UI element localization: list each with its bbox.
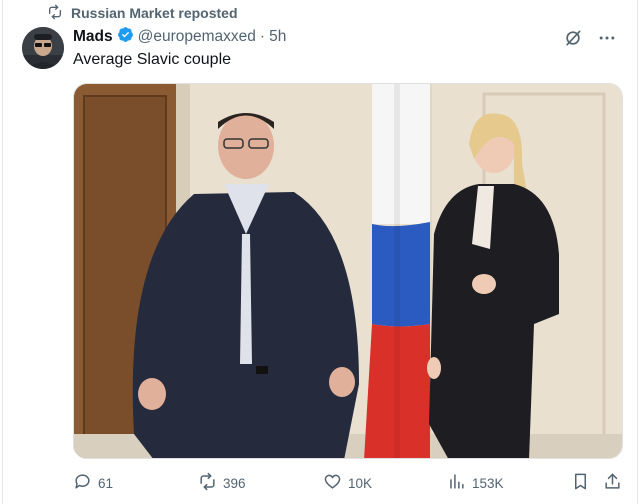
views-count: 153K bbox=[472, 475, 504, 491]
share-icon bbox=[603, 472, 622, 494]
author-name[interactable]: Mads bbox=[73, 28, 113, 46]
avatar[interactable] bbox=[22, 27, 64, 69]
verified-badge-icon bbox=[117, 26, 134, 48]
tweet-header: Mads @europemaxxed · 5h bbox=[73, 27, 286, 47]
repost-label: Russian Market reposted bbox=[71, 5, 238, 21]
bookmark-button[interactable] bbox=[571, 472, 590, 494]
repost-button[interactable]: 396 bbox=[198, 472, 246, 494]
repost-count: 396 bbox=[223, 475, 246, 491]
share-button[interactable] bbox=[603, 472, 622, 494]
timestamp[interactable]: 5h bbox=[269, 28, 286, 46]
repost-icon bbox=[47, 4, 63, 23]
heart-icon bbox=[323, 472, 342, 494]
grok-icon[interactable] bbox=[563, 28, 583, 53]
tweet-card: Russian Market reposted Mads @europemaxx… bbox=[2, 0, 638, 504]
repost-icon bbox=[198, 472, 217, 494]
like-button[interactable]: 10K bbox=[323, 472, 372, 494]
views-button[interactable]: 153K bbox=[447, 472, 504, 494]
tweet-text: Average Slavic couple bbox=[73, 51, 232, 68]
reply-icon bbox=[73, 472, 92, 494]
tweet-photo[interactable] bbox=[73, 83, 623, 459]
repost-indicator[interactable]: Russian Market reposted bbox=[47, 4, 238, 22]
more-icon[interactable] bbox=[597, 28, 617, 53]
views-icon bbox=[447, 472, 466, 494]
bookmark-icon bbox=[571, 472, 590, 494]
action-bar: 61 396 10K 153K bbox=[73, 472, 623, 496]
like-count: 10K bbox=[348, 475, 373, 491]
reply-count: 61 bbox=[98, 475, 114, 491]
header-actions bbox=[563, 28, 617, 53]
reply-button[interactable]: 61 bbox=[73, 472, 113, 494]
separator-dot: · bbox=[259, 28, 266, 45]
author-handle[interactable]: @europemaxxed bbox=[138, 28, 256, 46]
